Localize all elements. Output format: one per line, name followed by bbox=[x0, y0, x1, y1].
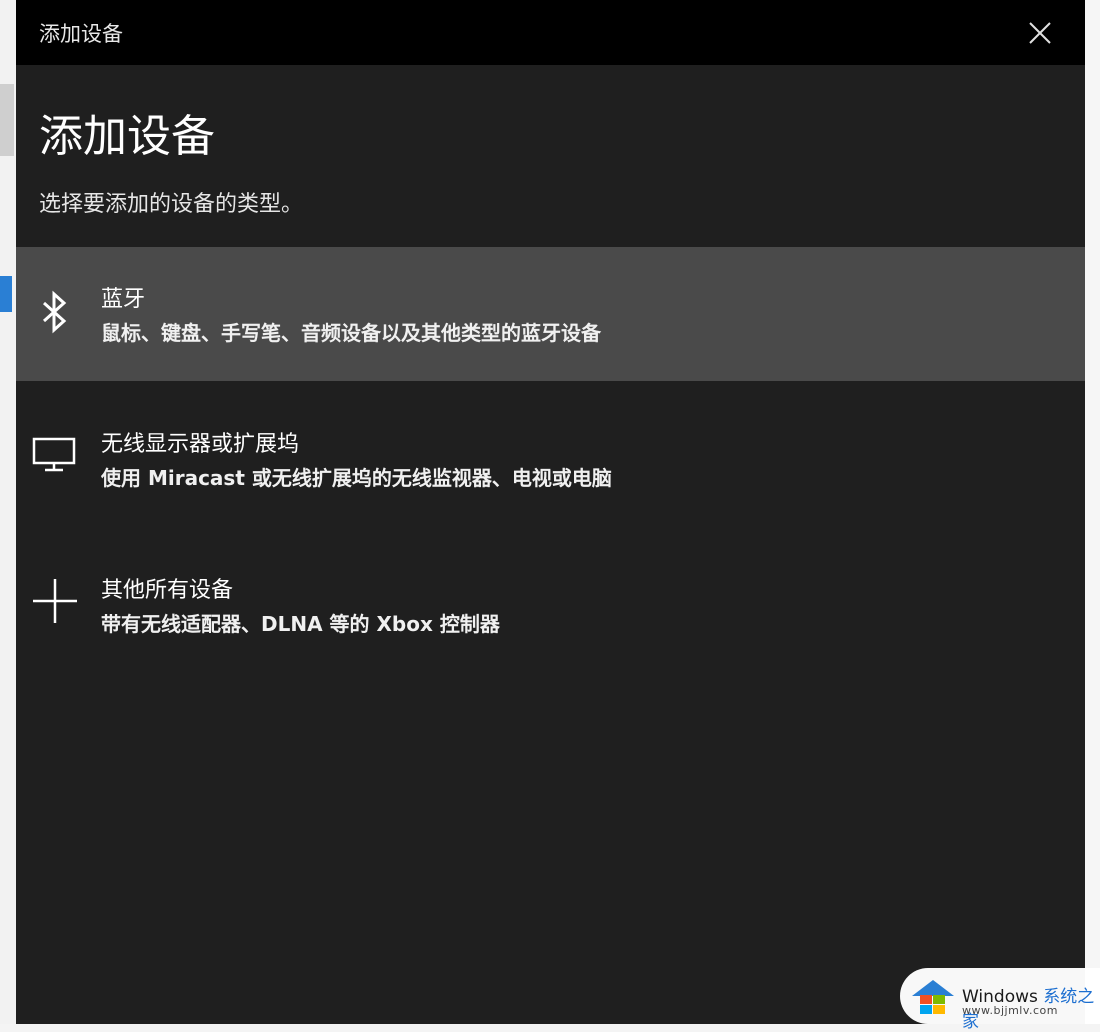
page-heading: 添加设备 bbox=[39, 111, 215, 162]
option-description: 使用 Miracast 或无线扩展坞的无线监视器、电视或电脑 bbox=[101, 466, 612, 490]
background-edge bbox=[1085, 0, 1100, 1024]
title-bar: 添加设备 bbox=[16, 0, 1085, 65]
close-button[interactable] bbox=[995, 0, 1085, 65]
background-window bbox=[0, 0, 16, 1024]
option-bluetooth[interactable]: 蓝牙 鼠标、键盘、手写笔、音频设备以及其他类型的蓝牙设备 bbox=[16, 247, 1085, 381]
monitor-icon bbox=[32, 437, 76, 472]
window-title: 添加设备 bbox=[39, 22, 123, 46]
site-watermark: Windows 系统之家 www.bjjmlv.com bbox=[900, 968, 1100, 1032]
windows-logo-icon bbox=[912, 980, 954, 1014]
option-description: 鼠标、键盘、手写笔、音频设备以及其他类型的蓝牙设备 bbox=[101, 321, 601, 345]
watermark-url: www.bjjmlv.com bbox=[962, 1004, 1058, 1017]
background-window-highlight bbox=[0, 276, 12, 312]
bluetooth-icon bbox=[42, 290, 67, 334]
plus-icon bbox=[33, 579, 77, 623]
add-device-dialog: 添加设备 添加设备 选择要添加的设备的类型。 蓝牙 鼠标、键盘、手写笔、音频设备… bbox=[16, 0, 1085, 1024]
close-icon bbox=[1029, 22, 1051, 44]
background-window-panel bbox=[0, 84, 14, 156]
page-subheading: 选择要添加的设备的类型。 bbox=[39, 192, 304, 217]
option-description: 带有无线适配器、DLNA 等的 Xbox 控制器 bbox=[101, 612, 500, 636]
option-everything-else[interactable]: 其他所有设备 带有无线适配器、DLNA 等的 Xbox 控制器 bbox=[16, 538, 1085, 672]
option-label: 蓝牙 bbox=[101, 287, 146, 312]
option-label: 其他所有设备 bbox=[101, 578, 234, 603]
option-wireless-display[interactable]: 无线显示器或扩展坞 使用 Miracast 或无线扩展坞的无线监视器、电视或电脑 bbox=[16, 392, 1085, 526]
option-label: 无线显示器或扩展坞 bbox=[101, 432, 300, 457]
